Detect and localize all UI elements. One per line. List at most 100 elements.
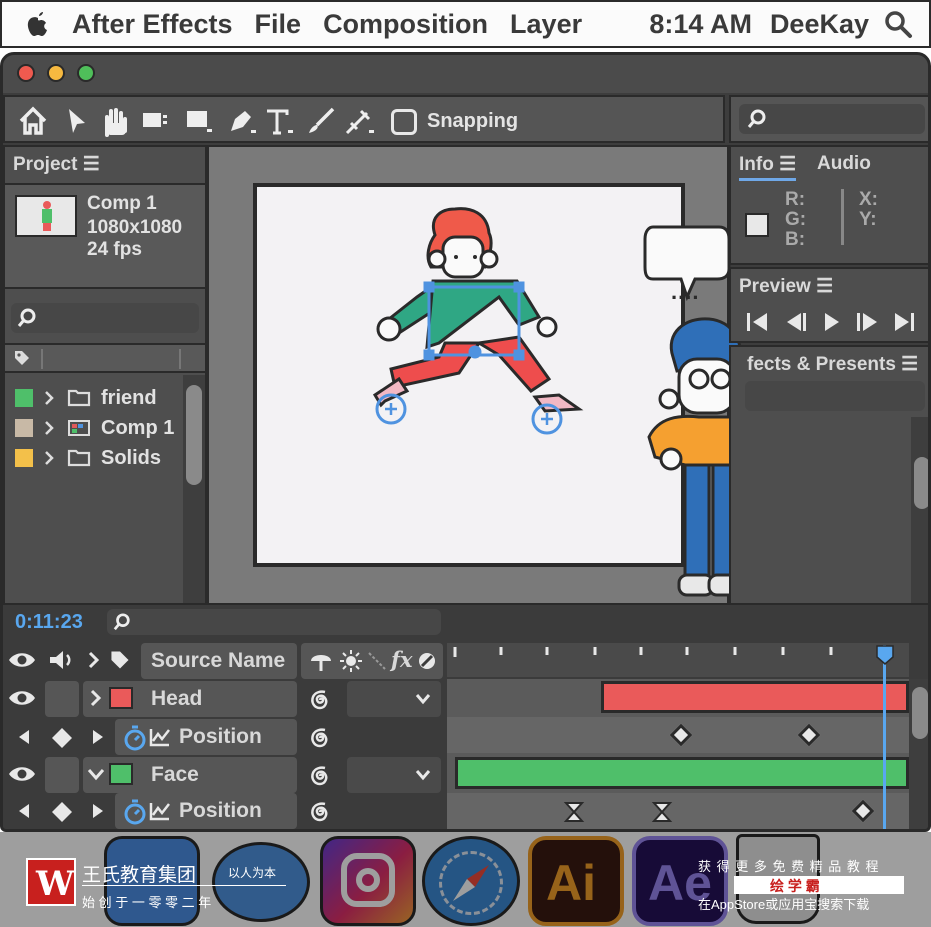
keyframe[interactable]	[669, 723, 693, 747]
next-frame-icon[interactable]	[857, 313, 877, 331]
chevron-right-icon[interactable]	[43, 390, 55, 406]
tab-audio[interactable]: Audio	[817, 153, 871, 175]
last-frame-icon[interactable]	[895, 313, 914, 331]
effects-scrollbar[interactable]	[911, 417, 928, 603]
property-row-face-position[interactable]: Position	[3, 793, 443, 829]
playhead[interactable]	[883, 645, 886, 829]
effects-search-input[interactable]	[745, 381, 925, 411]
next-keyframe-icon[interactable]	[91, 729, 105, 745]
preview-panel-title[interactable]: Preview ☰	[739, 275, 833, 298]
fx-icon[interactable]: fx	[391, 647, 413, 672]
face-layer-bar[interactable]	[455, 757, 909, 789]
stopwatch-icon[interactable]	[123, 725, 147, 751]
parent-dropdown[interactable]	[347, 681, 441, 717]
keyframe[interactable]	[797, 723, 821, 747]
next-keyframe-icon[interactable]	[91, 803, 105, 819]
layer-name[interactable]: Face	[151, 763, 199, 787]
brush-icon[interactable]	[305, 105, 337, 137]
project-item[interactable]: friend	[5, 383, 181, 413]
tag-icon[interactable]	[13, 349, 31, 367]
quality-icon[interactable]	[367, 651, 387, 671]
spiral-icon[interactable]	[307, 763, 333, 789]
zoom-window-button[interactable]	[77, 64, 95, 82]
project-search-input[interactable]	[11, 303, 199, 333]
scrollbar-thumb[interactable]	[912, 687, 928, 739]
chevron-right-icon[interactable]	[89, 689, 103, 707]
puppet-icon[interactable]	[343, 105, 375, 137]
eye-icon[interactable]	[7, 649, 37, 671]
hold-keyframe[interactable]	[563, 801, 585, 823]
play-icon[interactable]	[825, 313, 839, 331]
add-keyframe-icon[interactable]	[51, 801, 73, 823]
audio-icon[interactable]	[47, 649, 77, 671]
chevron-down-icon[interactable]	[87, 767, 105, 781]
chevron-right-icon[interactable]	[43, 450, 55, 466]
hold-keyframe[interactable]	[651, 801, 673, 823]
layer-menu[interactable]: Layer	[510, 9, 582, 40]
previous-frame-icon[interactable]	[787, 313, 806, 331]
label-color-swatch[interactable]	[15, 449, 33, 467]
selection-arrow-icon[interactable]	[61, 105, 93, 137]
project-item[interactable]: Solids	[5, 443, 181, 473]
time-ruler[interactable]	[447, 643, 909, 677]
snapping-checkbox[interactable]	[391, 109, 417, 135]
property-row-head-position[interactable]: Position	[3, 719, 443, 755]
project-panel-title[interactable]: Project ☰	[13, 153, 100, 176]
tag-icon[interactable]	[109, 649, 131, 671]
rectangle-icon[interactable]	[183, 105, 215, 137]
audio-toggle[interactable]	[45, 757, 79, 793]
home-icon[interactable]	[17, 105, 49, 137]
zoom-icon[interactable]	[139, 105, 171, 137]
timecode-display[interactable]: 0:11:23	[15, 611, 83, 634]
label-color-swatch[interactable]	[15, 419, 33, 437]
spiral-icon[interactable]	[307, 725, 333, 751]
timeline-search-input[interactable]	[107, 609, 441, 635]
composition-menu[interactable]: Composition	[323, 9, 488, 40]
type-icon[interactable]	[263, 105, 295, 137]
timeline-scrollbar[interactable]	[909, 679, 928, 829]
eye-icon[interactable]	[7, 687, 37, 709]
label-color-swatch[interactable]	[15, 389, 33, 407]
eye-icon[interactable]	[7, 763, 37, 785]
source-name-header[interactable]: Source Name	[151, 649, 285, 673]
spiral-icon[interactable]	[307, 687, 333, 713]
audio-toggle[interactable]	[45, 681, 79, 717]
stopwatch-icon[interactable]	[123, 799, 147, 825]
chevron-right-icon[interactable]	[43, 420, 55, 436]
composition-viewer[interactable]: ....	[207, 145, 764, 605]
app-name-menu[interactable]: After Effects	[72, 9, 233, 40]
previous-keyframe-icon[interactable]	[17, 803, 31, 819]
file-menu[interactable]: File	[255, 9, 302, 40]
project-item[interactable]: Comp 1	[5, 413, 181, 443]
pen-icon[interactable]	[225, 105, 257, 137]
project-scrollbar[interactable]	[183, 375, 205, 603]
menu-user[interactable]: DeeKay	[770, 9, 869, 40]
previous-keyframe-icon[interactable]	[17, 729, 31, 745]
layer-name[interactable]: Head	[151, 687, 202, 711]
effects-panel-title[interactable]: fects & Presents ☰	[747, 353, 918, 376]
chevron-icon[interactable]	[87, 651, 101, 669]
shy-icon[interactable]	[309, 649, 333, 673]
global-search-input[interactable]	[739, 104, 925, 134]
minimize-window-button[interactable]	[47, 64, 65, 82]
hand-icon[interactable]	[99, 105, 131, 137]
motion-blur-icon[interactable]	[417, 651, 437, 671]
scrollbar-thumb[interactable]	[914, 457, 928, 509]
layer-color-label[interactable]	[109, 763, 133, 785]
keyframe[interactable]	[851, 799, 875, 823]
first-frame-icon[interactable]	[747, 313, 767, 331]
spiral-icon[interactable]	[307, 799, 333, 825]
graph-icon[interactable]	[149, 801, 171, 821]
playhead-handle[interactable]	[876, 645, 894, 665]
scrollbar-thumb[interactable]	[186, 385, 202, 485]
head-layer-bar[interactable]	[601, 681, 909, 713]
add-keyframe-icon[interactable]	[51, 727, 73, 749]
graph-icon[interactable]	[149, 727, 171, 747]
tab-info[interactable]: Info ☰	[739, 153, 797, 181]
running-character[interactable]	[372, 207, 584, 413]
layer-color-label[interactable]	[109, 687, 133, 709]
layer-row-face[interactable]: Face	[3, 757, 443, 793]
close-window-button[interactable]	[17, 64, 35, 82]
spotlight-search-icon[interactable]	[883, 9, 913, 39]
collapse-icon[interactable]	[339, 649, 363, 673]
